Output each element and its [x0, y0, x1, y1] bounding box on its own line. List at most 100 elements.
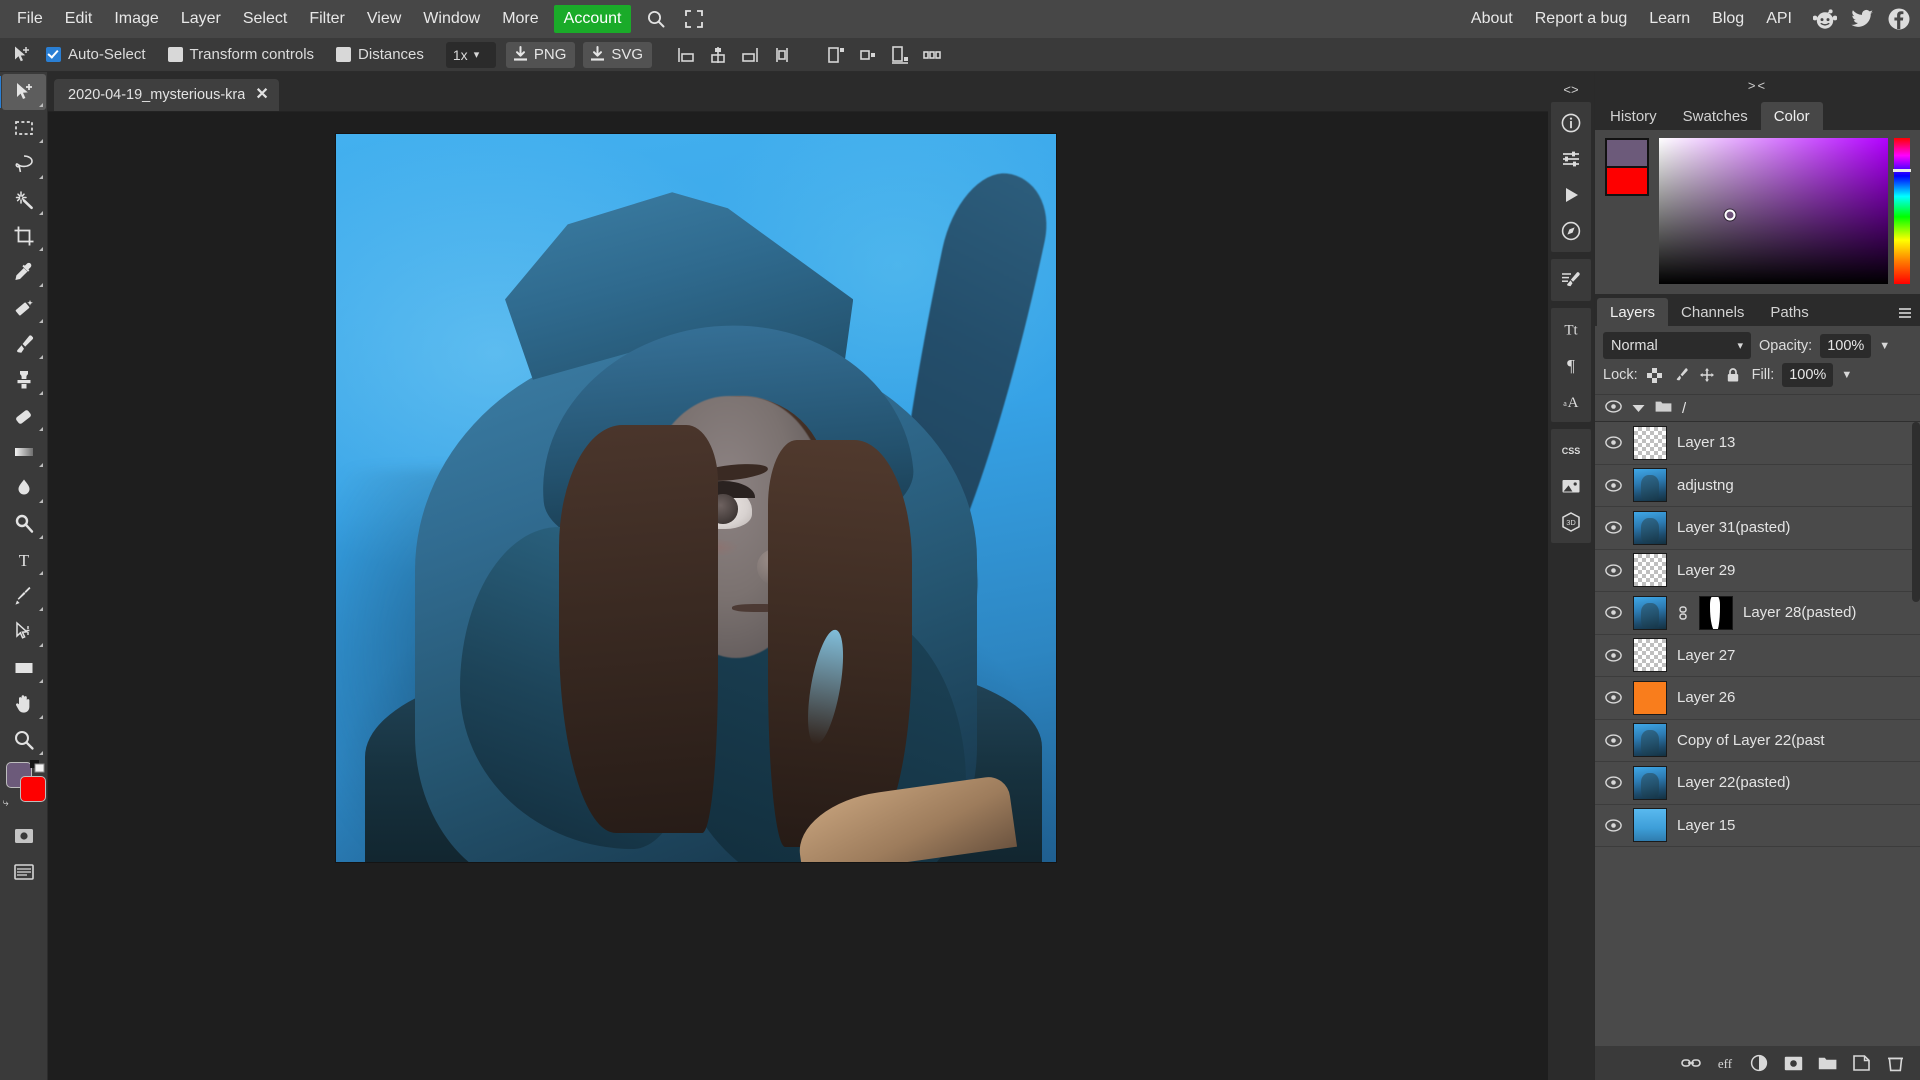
- hamburger-icon[interactable]: [1892, 300, 1918, 326]
- blend-mode-select[interactable]: Normal ▾: [1603, 332, 1751, 359]
- lock-move-icon[interactable]: [1698, 366, 1716, 384]
- eye-icon[interactable]: [1603, 436, 1623, 449]
- auto-select-check-icon[interactable]: [46, 47, 61, 62]
- align-center-h-icon[interactable]: [704, 41, 732, 69]
- rail-collapse-button[interactable]: <>: [1563, 76, 1578, 102]
- css-icon[interactable]: CSS: [1551, 432, 1591, 468]
- canvas-viewport[interactable]: [48, 112, 1548, 1080]
- picker-cursor[interactable]: [1724, 209, 1736, 221]
- eye-icon[interactable]: [1603, 649, 1623, 662]
- menu-select[interactable]: Select: [232, 4, 298, 34]
- foreground-swatch[interactable]: [1607, 140, 1647, 166]
- menu-image[interactable]: Image: [103, 4, 169, 34]
- layer-row[interactable]: Layer 27: [1595, 634, 1920, 677]
- layer-thumbnail[interactable]: [1633, 638, 1667, 673]
- layer-row[interactable]: Layer 31(pasted): [1595, 507, 1920, 550]
- auto-select-checkbox[interactable]: Auto-Select: [46, 46, 146, 63]
- swap-colors-icon[interactable]: ⤷: [3, 797, 9, 810]
- twitter-icon[interactable]: [1847, 4, 1877, 34]
- tool-crop[interactable]: [2, 218, 46, 254]
- image-icon[interactable]: [1551, 468, 1591, 504]
- info-icon[interactable]: [1551, 105, 1591, 141]
- distribute-v-icon[interactable]: [918, 41, 946, 69]
- export-png-button[interactable]: PNG: [505, 41, 576, 68]
- link-api[interactable]: API: [1755, 4, 1803, 34]
- align-left-icon[interactable]: [672, 41, 700, 69]
- menu-window[interactable]: Window: [412, 4, 491, 34]
- transform-controls-checkbox[interactable]: Transform controls: [167, 46, 314, 63]
- layer-row[interactable]: Layer 22(pasted): [1595, 762, 1920, 805]
- lock-all-icon[interactable]: [1724, 366, 1742, 384]
- eye-icon[interactable]: [1603, 564, 1623, 577]
- link-layers-icon[interactable]: [1680, 1052, 1702, 1074]
- reddit-icon[interactable]: [1810, 4, 1840, 34]
- fill-dropdown-icon[interactable]: ▼: [1841, 369, 1852, 381]
- align-middle-icon[interactable]: [854, 41, 882, 69]
- link-blog[interactable]: Blog: [1701, 4, 1755, 34]
- color-chips[interactable]: ⤷: [2, 760, 46, 810]
- tab-history[interactable]: History: [1597, 102, 1670, 130]
- transform-controls-check-icon[interactable]: [167, 47, 183, 62]
- link-learn[interactable]: Learn: [1638, 4, 1701, 34]
- tab-swatches[interactable]: Swatches: [1670, 102, 1761, 130]
- tool-zoom[interactable]: [2, 722, 46, 758]
- layer-row[interactable]: adjustng: [1595, 464, 1920, 507]
- menu-layer[interactable]: Layer: [170, 4, 232, 34]
- distribute-h-icon[interactable]: [768, 41, 796, 69]
- search-icon[interactable]: [639, 5, 673, 33]
- eye-icon[interactable]: [1603, 479, 1623, 492]
- color-swatches[interactable]: [1605, 138, 1649, 196]
- layer-row[interactable]: Layer 15: [1595, 804, 1920, 847]
- saturation-value-field[interactable]: [1659, 138, 1888, 284]
- layer-thumbnail[interactable]: [1633, 553, 1667, 588]
- layer-row[interactable]: Layer 28(pasted): [1595, 592, 1920, 635]
- opacity-dropdown-icon[interactable]: ▼: [1879, 340, 1890, 352]
- eye-icon[interactable]: [1603, 606, 1623, 619]
- navigator-icon[interactable]: [1551, 213, 1591, 249]
- layer-row[interactable]: Layer 29: [1595, 549, 1920, 592]
- layer-group-row[interactable]: /: [1595, 394, 1920, 422]
- layer-thumbnail[interactable]: [1633, 723, 1667, 758]
- tab-channels[interactable]: Channels: [1668, 298, 1757, 326]
- tool-dodge[interactable]: [2, 506, 46, 542]
- tool-lasso[interactable]: [2, 146, 46, 182]
- adjustments-icon[interactable]: [1551, 141, 1591, 177]
- fullscreen-icon[interactable]: [677, 5, 711, 33]
- link-about[interactable]: About: [1460, 4, 1524, 34]
- tab-layers[interactable]: Layers: [1597, 298, 1669, 326]
- tool-spot-healing[interactable]: [2, 290, 46, 326]
- hue-slider[interactable]: [1893, 138, 1911, 284]
- brush-settings-icon[interactable]: [1551, 262, 1591, 298]
- menu-file[interactable]: File: [6, 4, 54, 34]
- align-bottom-icon[interactable]: [886, 41, 914, 69]
- menu-more[interactable]: More: [491, 4, 549, 34]
- mask-link-icon[interactable]: [1677, 605, 1689, 621]
- layer-effects-icon[interactable]: eff: [1714, 1052, 1736, 1074]
- new-layer-icon[interactable]: [1850, 1052, 1872, 1074]
- distances-checkbox[interactable]: Distances: [336, 46, 424, 63]
- tool-blur[interactable]: [2, 470, 46, 506]
- distances-check-icon[interactable]: [336, 47, 352, 62]
- adjustment-layer-icon[interactable]: [1748, 1052, 1770, 1074]
- move-tool-icon[interactable]: [6, 41, 38, 69]
- fill-value[interactable]: 100%: [1782, 363, 1834, 387]
- menu-view[interactable]: View: [356, 4, 412, 34]
- character-icon[interactable]: Tt: [1551, 311, 1591, 347]
- layer-thumbnail[interactable]: [1633, 425, 1667, 460]
- export-svg-button[interactable]: SVG: [583, 41, 653, 68]
- tool-eraser[interactable]: [2, 398, 46, 434]
- zoom-level-select[interactable]: 1x ▾: [445, 41, 496, 68]
- layer-thumbnail[interactable]: [1633, 468, 1667, 503]
- actions-play-icon[interactable]: [1551, 177, 1591, 213]
- layer-list-scrollbar[interactable]: [1912, 422, 1920, 602]
- tool-move[interactable]: [0, 74, 46, 110]
- background-color-swatch[interactable]: [19, 776, 46, 802]
- tool-marquee[interactable]: [2, 110, 46, 146]
- glyphs-icon[interactable]: Aa: [1551, 383, 1591, 419]
- layer-mask-thumbnail[interactable]: [1699, 595, 1733, 630]
- menu-edit[interactable]: Edit: [54, 4, 104, 34]
- align-right-icon[interactable]: [736, 41, 764, 69]
- hue-slider-handle[interactable]: [1893, 168, 1911, 172]
- lock-transparent-icon[interactable]: [1646, 366, 1664, 384]
- eye-icon[interactable]: [1603, 691, 1623, 704]
